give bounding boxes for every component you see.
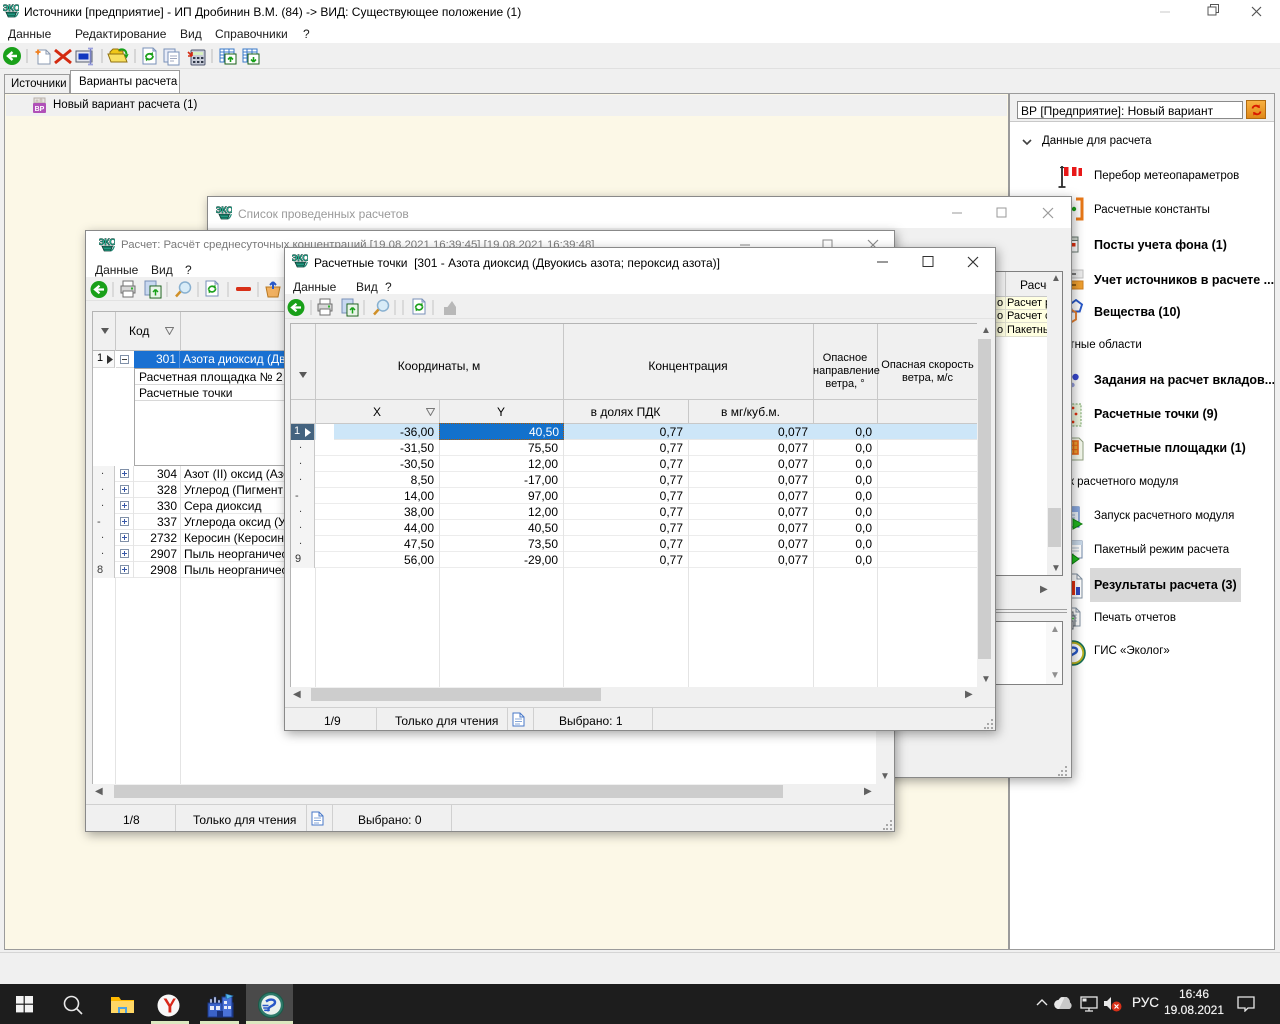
svg-text:ВР: ВР <box>35 106 45 113</box>
